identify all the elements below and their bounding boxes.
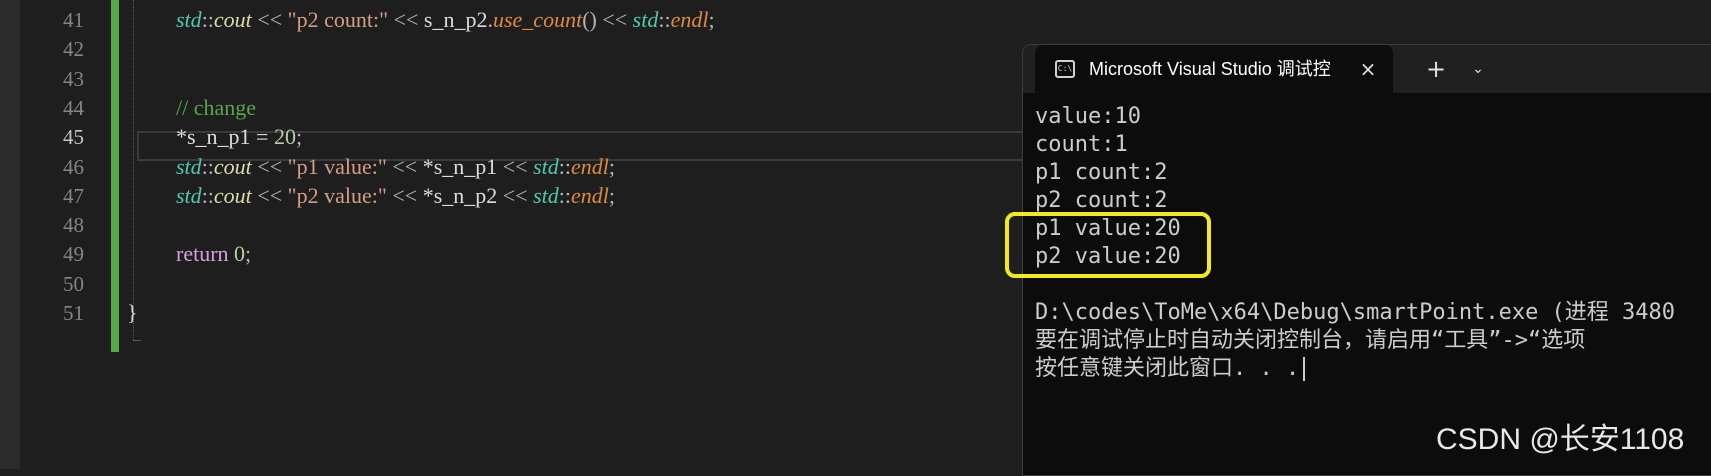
code-token: ; [708, 7, 715, 32]
code-token: ; [245, 241, 252, 267]
console-output-text: 要在调试停止时自动关闭控制台，请启用“工具”->“选项 [1035, 328, 1586, 353]
line-number-gutter: 41 42 43 44 45 46 47 48 49 50 51 [20, 0, 110, 469]
code-token: "p2 count:" [287, 7, 389, 32]
highlight-annotation-box [1005, 212, 1211, 278]
code-token: std [533, 153, 559, 179]
console-output-text: p2 count:2 [1035, 188, 1168, 213]
code-token: cout [213, 153, 252, 179]
code-token: ; [608, 153, 616, 179]
code-token: std [176, 153, 202, 179]
line-number: 41 [63, 8, 84, 32]
console-tab-title: Microsoft Visual Studio 调试控 [1089, 59, 1331, 79]
code-token: << [386, 182, 423, 208]
code-token: :: [658, 7, 671, 32]
code-token: std [176, 182, 202, 208]
code-token: 0 [234, 241, 246, 267]
console-output-text: count:1 [1035, 132, 1128, 157]
console-output-line: count:1 [1035, 131, 1711, 159]
console-output-text: p1 count:2 [1035, 160, 1168, 185]
code-token: << [251, 153, 288, 179]
code-token: *s_n_p1 = [176, 124, 274, 150]
code-line: std::cout << "p2 value:" << *s_n_p2 << s… [176, 180, 615, 212]
code-token: "p2 value:" [287, 182, 387, 208]
line-number: 51 [63, 301, 84, 325]
console-output-line: D:\codes\ToMe\x64\Debug\smartPoint.exe (… [1035, 299, 1711, 327]
console-output-line: 要在调试停止时自动关闭控制台，请启用“工具”->“选项 [1035, 327, 1711, 355]
code-line: } [127, 297, 138, 329]
code-token: ; [608, 182, 616, 208]
console-tab[interactable]: C:\ Microsoft Visual Studio 调试控 × [1035, 45, 1393, 93]
screenshot: 4142434445464748495051 std::cout << "p2 … [0, 0, 1711, 476]
code-token: endl [571, 182, 609, 208]
code-token: :: [558, 153, 571, 179]
scope-guide-end [133, 340, 141, 341]
line-number: 45 [63, 125, 84, 150]
code-token: << [388, 7, 424, 32]
code-token: *s_n_p2 [422, 182, 498, 208]
code-line: // change [176, 92, 256, 124]
terminal-icon: C:\ [1055, 60, 1075, 78]
code-token: return [176, 241, 235, 267]
scope-guide [133, 0, 134, 340]
console-titlebar[interactable]: C:\ Microsoft Visual Studio 调试控 × + ⌄ [1023, 45, 1711, 93]
code-line: std::cout << "p2 count:" << s_n_p2.use_c… [176, 4, 715, 36]
close-tab-icon[interactable]: × [1353, 54, 1383, 84]
chevron-down-icon[interactable]: ⌄ [1463, 54, 1493, 84]
code-token: << [386, 153, 423, 179]
code-token: << [497, 153, 534, 179]
code-token: << [251, 182, 288, 208]
line-number: 42 [63, 37, 84, 62]
console-output-line: p2 count:2 [1035, 187, 1711, 215]
code-token: endl [571, 153, 609, 179]
line-number: 47 [63, 183, 84, 208]
code-token: 20 [273, 124, 296, 150]
code-token: :: [201, 7, 214, 32]
code-token: "p1 value:" [287, 153, 387, 179]
console-output-line: 按任意键关闭此窗口. . . [1035, 355, 1711, 383]
line-number: 43 [63, 66, 84, 91]
new-tab-icon[interactable]: + [1421, 54, 1451, 84]
code-token: << [251, 7, 288, 32]
code-token: ; [295, 124, 303, 150]
code-token: // change [176, 94, 257, 120]
console-output-text: 按任意键关闭此窗口. . . [1035, 356, 1300, 381]
code-token: std [632, 7, 659, 32]
line-number: 44 [63, 95, 84, 120]
code-token: } [127, 300, 138, 325]
line-number: 50 [63, 271, 84, 296]
code-token: *s_n_p1 [422, 153, 498, 179]
console-output-line: value:10 [1035, 103, 1711, 131]
line-number: 46 [63, 154, 84, 179]
code-token: :: [201, 182, 214, 208]
code-token: cout [213, 182, 252, 208]
code-token: :: [558, 182, 571, 208]
code-token: << [497, 182, 534, 208]
code-token: cout [213, 7, 252, 32]
code-token: std [533, 182, 559, 208]
code-token: s_n_p2 [423, 7, 488, 32]
code-line: *s_n_p1 = 20; [176, 121, 302, 153]
console-output-line: p1 count:2 [1035, 159, 1711, 187]
line-number: 48 [63, 213, 84, 238]
editor-left-margin [0, 0, 20, 469]
code-token: std [176, 7, 202, 32]
code-line: return 0; [176, 238, 251, 270]
text-cursor [1303, 357, 1306, 381]
console-output-text: D:\codes\ToMe\x64\Debug\smartPoint.exe (… [1035, 300, 1676, 325]
watermark: CSDN @长安1108 [1436, 423, 1685, 456]
line-number: 49 [63, 242, 84, 267]
code-line: std::cout << "p1 value:" << *s_n_p1 << s… [176, 151, 615, 183]
code-token: use_count [492, 7, 583, 32]
change-indicator-bar [111, 0, 119, 352]
code-token: endl [670, 7, 709, 32]
code-token: () << [582, 7, 633, 32]
console-output-text: value:10 [1035, 104, 1141, 129]
code-token: :: [201, 153, 214, 179]
